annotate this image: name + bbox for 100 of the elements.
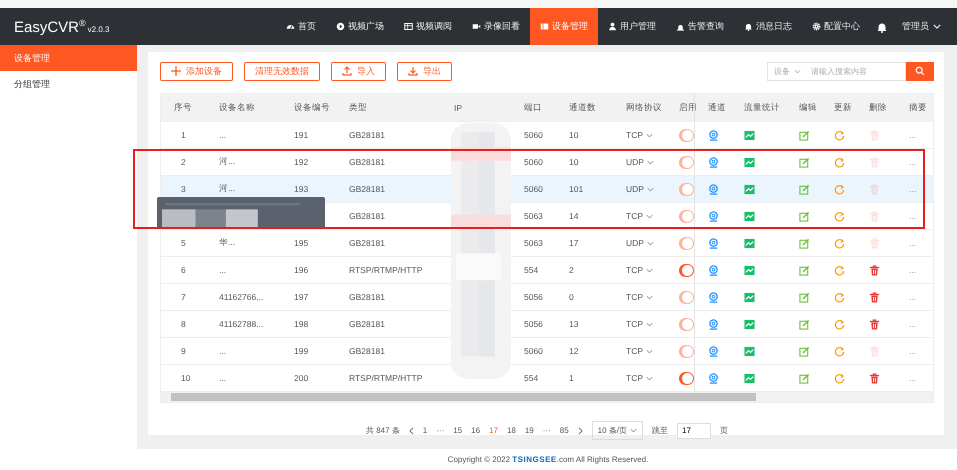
webcam-icon[interactable] <box>708 184 719 194</box>
webcam-icon[interactable] <box>708 264 719 276</box>
sidebar-item[interactable]: 分组管理 <box>0 71 137 97</box>
user-menu[interactable]: 管理员 <box>902 20 941 33</box>
refresh-icon[interactable] <box>834 156 845 168</box>
chart-icon[interactable] <box>744 264 755 276</box>
next-page-icon[interactable] <box>578 426 583 434</box>
edit-icon[interactable] <box>799 238 810 248</box>
chart-icon[interactable] <box>744 184 755 194</box>
chart-icon[interactable] <box>744 210 755 222</box>
page-link[interactable]: 1 <box>422 426 428 435</box>
more-link[interactable]: ... <box>909 292 916 302</box>
webcam-icon[interactable] <box>708 318 719 330</box>
edit-icon[interactable] <box>799 210 810 222</box>
delete-icon[interactable] <box>869 318 880 330</box>
more-link[interactable]: ... <box>909 319 916 329</box>
nav-tab[interactable]: 配置中心 <box>802 8 870 45</box>
refresh-icon[interactable] <box>834 238 845 248</box>
column-header: 流量统计 <box>743 100 781 114</box>
delete-icon[interactable] <box>869 372 880 384</box>
more-link[interactable]: ... <box>909 211 916 221</box>
nav-tab[interactable]: 告警查询 <box>666 8 734 45</box>
protocol-select[interactable]: TCP <box>626 373 653 383</box>
page-link[interactable]: 16 <box>471 426 480 435</box>
more-link[interactable]: ... <box>909 157 916 167</box>
horizontal-scrollbar[interactable] <box>161 392 933 402</box>
page-size-select[interactable]: 10 条/页 <box>592 421 644 440</box>
edit-icon[interactable] <box>799 292 810 302</box>
notification-bell-icon[interactable] <box>876 20 888 32</box>
edit-icon[interactable] <box>799 346 810 356</box>
play-icon <box>336 22 345 31</box>
refresh-icon[interactable] <box>834 372 845 384</box>
chart-icon[interactable] <box>744 318 755 330</box>
page-link[interactable]: 19 <box>524 426 534 435</box>
edit-icon[interactable] <box>799 318 810 330</box>
chart-icon[interactable] <box>744 238 755 248</box>
table-cell: GB28181 <box>349 346 385 356</box>
protocol-select[interactable]: UDP <box>626 157 654 167</box>
more-link[interactable]: ... <box>909 238 916 248</box>
more-link[interactable]: ... <box>909 265 916 275</box>
webcam-icon[interactable] <box>708 346 719 356</box>
webcam-icon[interactable] <box>708 292 719 302</box>
toggle-switch[interactable] <box>679 264 694 276</box>
chart-icon[interactable] <box>744 372 755 384</box>
edit-icon[interactable] <box>799 130 810 140</box>
more-link[interactable]: ... <box>909 130 916 140</box>
edit-icon[interactable] <box>799 264 810 276</box>
refresh-icon[interactable] <box>834 318 845 330</box>
edit-icon[interactable] <box>799 184 810 194</box>
column-header: 更新 <box>833 100 853 114</box>
webcam-icon[interactable] <box>708 130 719 140</box>
chart-icon[interactable] <box>744 292 755 302</box>
video-camera-icon <box>472 22 481 31</box>
page-link[interactable]: ··· <box>436 426 444 435</box>
table-cell: 198 <box>294 319 308 329</box>
webcam-icon[interactable] <box>708 372 719 384</box>
chart-icon[interactable] <box>744 130 755 140</box>
webcam-icon[interactable] <box>708 156 719 168</box>
delete-icon[interactable] <box>869 264 880 276</box>
page-link[interactable]: 18 <box>506 426 516 435</box>
search-button[interactable] <box>906 62 934 80</box>
nav-tab[interactable]: 视频调阅 <box>394 8 462 45</box>
chart-icon[interactable] <box>744 346 755 356</box>
protocol-select[interactable]: TCP <box>626 292 653 302</box>
toggle-switch[interactable] <box>679 372 694 384</box>
delete-icon[interactable] <box>869 292 880 302</box>
nav-tab[interactable]: 录像回看 <box>462 8 530 45</box>
protocol-select[interactable]: TCP <box>626 130 653 140</box>
chart-icon[interactable] <box>744 156 755 168</box>
table-cell: 5060 <box>524 184 543 194</box>
nav-tab[interactable]: 消息日志 <box>734 8 802 45</box>
edit-icon[interactable] <box>799 156 810 168</box>
edit-icon[interactable] <box>799 372 810 384</box>
protocol-select[interactable]: UDP <box>626 238 654 248</box>
protocol-select[interactable]: TCP <box>626 265 653 275</box>
protocol-select[interactable]: UDP <box>626 184 654 194</box>
refresh-icon[interactable] <box>834 292 845 302</box>
page-link[interactable]: 15 <box>453 426 462 435</box>
caret-icon <box>646 160 654 164</box>
nav-tab[interactable]: 视频广场 <box>326 8 394 45</box>
webcam-icon[interactable] <box>708 238 719 248</box>
nav-tab[interactable]: 首页 <box>276 8 326 45</box>
more-link[interactable]: ... <box>909 373 916 383</box>
page-jump-field[interactable]: 17 <box>677 422 712 438</box>
nav-tab[interactable]: 用户管理 <box>598 8 666 45</box>
page-link[interactable]: ··· <box>542 426 551 435</box>
protocol-select[interactable]: TCP <box>626 211 653 221</box>
previous-page-icon[interactable] <box>408 426 414 434</box>
protocol-select[interactable]: TCP <box>626 319 653 329</box>
refresh-icon[interactable] <box>834 210 845 222</box>
webcam-icon[interactable] <box>708 210 719 222</box>
refresh-icon[interactable] <box>834 346 845 356</box>
page-link[interactable]: 85 <box>560 426 569 435</box>
refresh-icon[interactable] <box>834 264 845 276</box>
refresh-icon[interactable] <box>834 184 845 194</box>
protocol-select[interactable]: TCP <box>626 346 653 356</box>
column-header: 类型 <box>348 100 368 114</box>
table-cell: GB28181 <box>349 157 385 167</box>
more-link[interactable]: ... <box>909 346 916 356</box>
refresh-icon[interactable] <box>834 130 845 140</box>
